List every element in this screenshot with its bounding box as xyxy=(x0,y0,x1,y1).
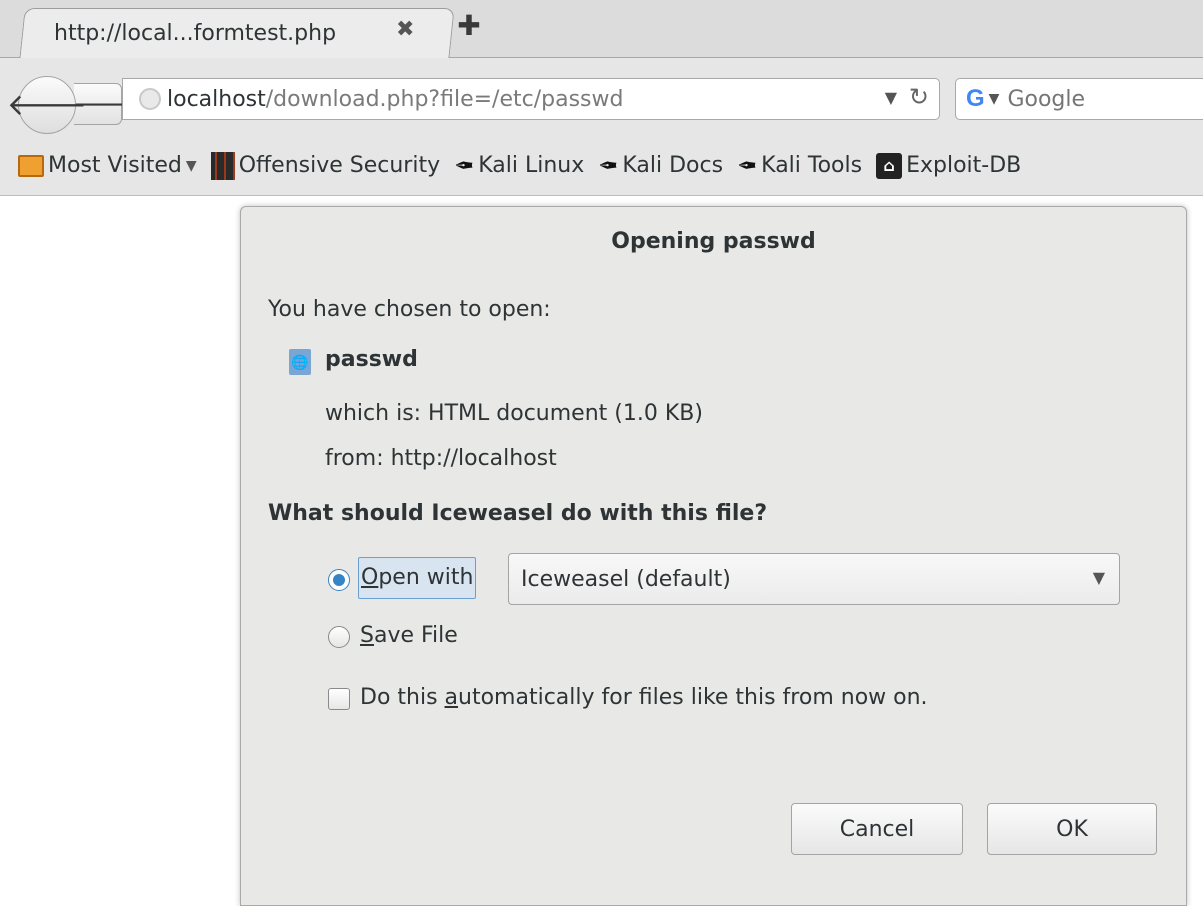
open-with-radio[interactable] xyxy=(328,569,350,591)
cancel-button[interactable]: Cancel xyxy=(791,803,963,855)
bookmark-label: Offensive Security xyxy=(238,153,441,178)
back-button[interactable]: 🡐 xyxy=(7,76,87,134)
search-input[interactable] xyxy=(1007,86,1168,112)
file-source-info: from: http://localhost xyxy=(325,446,557,471)
save-file-text: ave File xyxy=(373,623,458,648)
globe-icon xyxy=(139,88,161,110)
kali-dragon-icon: ✒ xyxy=(454,151,475,180)
dialog-title: Opening passwd xyxy=(611,229,816,254)
save-file-label[interactable]: Save File xyxy=(360,623,458,648)
ok-button[interactable]: OK xyxy=(987,803,1157,855)
bookmark-most-visited[interactable]: Most Visited ▼ xyxy=(18,153,197,178)
bookmark-label: Most Visited xyxy=(48,153,182,178)
bookmark-exploit-db[interactable]: ⌂ Exploit-DB xyxy=(876,152,1022,179)
offsec-icon xyxy=(210,151,235,180)
file-type-info: which is: HTML document (1.0 KB) xyxy=(325,401,703,426)
access-key: S xyxy=(360,623,374,648)
url-host: localhost xyxy=(167,86,266,112)
bookmark-label: Exploit-DB xyxy=(906,153,1022,178)
url-history-dropdown-icon[interactable]: ▼ xyxy=(885,88,897,107)
access-key: a xyxy=(444,685,459,710)
auto-text-before: Do this xyxy=(360,685,445,710)
search-bar[interactable]: G ▼ xyxy=(955,78,1203,120)
bookmark-label: Kali Docs xyxy=(622,153,724,178)
kali-dragon-icon: ✒ xyxy=(598,151,619,180)
active-tab-content[interactable]: http://local...formtest.php ✖ xyxy=(34,8,444,58)
back-arrow-icon: 🡐 xyxy=(6,88,88,123)
auto-text-after: utomatically for files like this from no… xyxy=(458,685,928,710)
action-question: What should Iceweasel do with this file? xyxy=(268,501,768,526)
open-with-label[interactable]: Open with xyxy=(358,557,477,599)
bookmark-kali-tools[interactable]: ✒ Kali Tools xyxy=(737,152,862,180)
html-file-icon: 🌐 xyxy=(289,349,311,375)
chevron-down-icon: ▼ xyxy=(1092,568,1105,587)
kali-dragon-icon: ✒ xyxy=(737,151,758,180)
exploit-db-icon: ⌂ xyxy=(876,152,903,179)
tab-strip: http://local...formtest.php ✖ ✚ xyxy=(0,0,1203,59)
application-select[interactable]: Iceweasel (default) ▼ xyxy=(508,553,1120,605)
new-tab-icon[interactable]: ✚ xyxy=(456,12,482,40)
bookmark-label: Kali Linux xyxy=(478,153,585,178)
bookmark-offensive-security[interactable]: Offensive Security xyxy=(210,151,441,180)
application-select-value: Iceweasel (default) xyxy=(521,566,731,592)
folder-icon xyxy=(18,154,44,177)
tab-title: http://local...formtest.php xyxy=(54,20,337,46)
url-bar[interactable]: localhost /download.php?file=/etc/passwd… xyxy=(122,78,940,120)
auto-action-checkbox[interactable] xyxy=(328,688,350,710)
bookmarks-toolbar: Most Visited ▼ Offensive Security ✒ Kali… xyxy=(0,136,1203,196)
save-file-radio[interactable] xyxy=(328,626,350,648)
download-dialog: Opening passwd You have chosen to open: … xyxy=(240,206,1187,906)
tab-close-icon[interactable]: ✖ xyxy=(396,17,414,42)
chosen-to-open-label: You have chosen to open: xyxy=(268,297,551,322)
url-path: /download.php?file=/etc/passwd xyxy=(265,86,624,112)
google-icon[interactable]: G xyxy=(966,85,985,113)
navigation-toolbar: 🡒 🡐 localhost /download.php?file=/etc/pa… xyxy=(0,58,1203,136)
bookmark-kali-docs[interactable]: ✒ Kali Docs xyxy=(598,152,723,180)
open-with-text: pen with xyxy=(378,565,474,590)
auto-action-label[interactable]: Do this automatically for files like thi… xyxy=(360,685,928,710)
bookmark-label: Kali Tools xyxy=(761,153,863,178)
chevron-down-icon: ▼ xyxy=(185,157,197,174)
access-key: O xyxy=(361,565,379,590)
bookmark-kali-linux[interactable]: ✒ Kali Linux xyxy=(454,152,584,180)
search-engine-dropdown-icon[interactable]: ▼ xyxy=(989,91,1000,107)
file-name: passwd xyxy=(325,347,418,372)
reload-icon[interactable]: ↻ xyxy=(909,83,929,111)
